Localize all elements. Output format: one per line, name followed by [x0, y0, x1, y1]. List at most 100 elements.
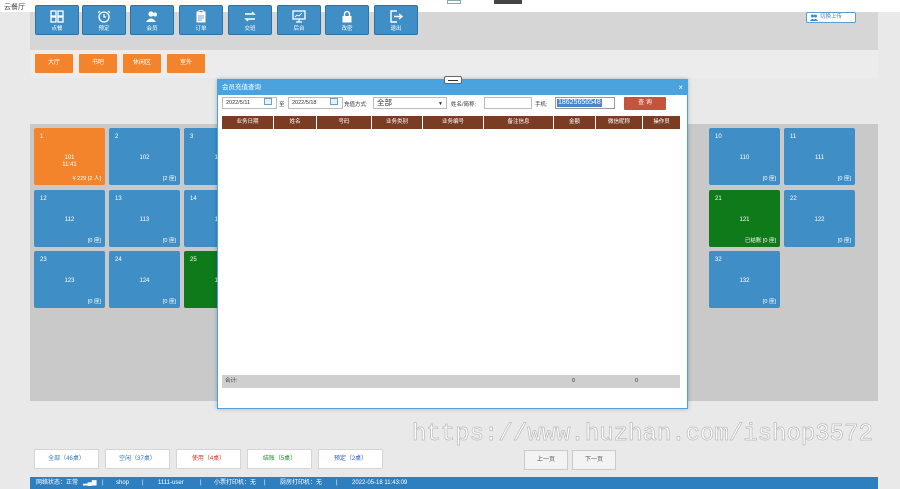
- table-room: 132: [739, 278, 750, 284]
- change-password-button[interactable]: 改密: [325, 5, 369, 35]
- table-room: 112: [64, 217, 75, 223]
- area-tab-outdoor[interactable]: 室外: [167, 54, 205, 73]
- lock-icon: [342, 10, 352, 23]
- table-tile[interactable]: 10 110 [0 座]: [709, 128, 780, 185]
- close-icon[interactable]: ×: [678, 80, 683, 95]
- table-tile[interactable]: 32 132 [0 座]: [709, 251, 780, 308]
- table-number: 12: [40, 196, 47, 202]
- column-header[interactable]: 操作员: [643, 116, 680, 129]
- change-password-button-label: 改密: [341, 26, 353, 32]
- column-header[interactable]: 姓名: [274, 116, 317, 129]
- table-number: 23: [40, 257, 47, 263]
- method-select[interactable]: 全部 ▼: [373, 97, 447, 109]
- shift-button[interactable]: 交班: [228, 5, 272, 35]
- swap-icon: [244, 11, 256, 22]
- monitor-icon: [292, 10, 306, 23]
- column-header[interactable]: 业务编号: [423, 116, 484, 129]
- reserve-button[interactable]: 预定: [82, 5, 126, 35]
- table-status: [0 座]: [762, 176, 776, 182]
- backend-button-label: 后台: [293, 26, 305, 32]
- table-status: [0 座]: [162, 299, 176, 305]
- users-icon: [810, 14, 818, 21]
- table-number: 14: [190, 196, 197, 202]
- table-room: 113: [139, 217, 150, 223]
- table-tile[interactable]: 2 102 [2 座]: [109, 128, 180, 185]
- table-number: 10: [715, 134, 722, 140]
- status-bar: 网络状态：正常 ▂▄▆ | shop | 1111-user | 小票打印机：无…: [30, 477, 878, 489]
- status-filter-button[interactable]: 空闲（37桌）: [105, 449, 170, 469]
- table-tile[interactable]: 24 124 [0 座]: [109, 251, 180, 308]
- table-tile[interactable]: 11 111 [0 座]: [784, 128, 855, 185]
- status-filter-button[interactable]: 结账（5桌）: [247, 449, 312, 469]
- receipt-printer-status: 小票打印机：无: [214, 480, 257, 486]
- column-header[interactable]: 业务类别: [372, 116, 423, 129]
- calendar-icon[interactable]: [330, 98, 338, 105]
- column-header[interactable]: 微信昵称: [596, 116, 643, 129]
- status-filter-button[interactable]: 全部（46桌）: [34, 449, 99, 469]
- table-room: 111: [814, 155, 825, 161]
- separator: |: [336, 480, 338, 486]
- to-label: 至: [279, 102, 285, 108]
- order-button-label: 点餐: [51, 26, 63, 32]
- window-close-control[interactable]: [494, 0, 522, 4]
- table-time: 11:41: [62, 162, 77, 168]
- result-table-footer: 合计: 0 0: [222, 375, 680, 388]
- exit-button[interactable]: 退出: [374, 5, 418, 35]
- table-status: 已结账 [0 座]: [744, 238, 776, 244]
- table-number: 21: [715, 196, 722, 202]
- column-header[interactable]: 号码: [317, 116, 372, 129]
- table-number: 11: [790, 134, 797, 140]
- name-input[interactable]: [484, 97, 532, 109]
- column-header[interactable]: 金额: [554, 116, 596, 129]
- table-tile[interactable]: 1 101 11:41 ¥ 229 [2 人]: [34, 128, 105, 185]
- order-button[interactable]: 点餐: [35, 5, 79, 35]
- prev-page-button[interactable]: 上一页: [524, 450, 568, 470]
- switch-upload-button[interactable]: 切换上传: [806, 12, 856, 23]
- column-header[interactable]: 备注信息: [484, 116, 554, 129]
- table-status: [2 座]: [162, 176, 176, 182]
- user-name: 1111-user: [158, 480, 184, 486]
- phone-label: 手机:: [535, 102, 548, 108]
- window-restore-control[interactable]: [447, 0, 461, 4]
- table-tile[interactable]: 21 121 已结账 [0 座]: [709, 190, 780, 247]
- network-status: 网络状态：正常: [36, 480, 79, 486]
- table-room: 124: [139, 278, 150, 284]
- column-header[interactable]: 业务日期: [222, 116, 274, 129]
- next-page-button[interactable]: 下一页: [572, 450, 616, 470]
- dialog-title: 会员充值查询: [222, 84, 261, 91]
- backend-button[interactable]: 后台: [277, 5, 321, 35]
- table-tile[interactable]: 12 112 [0 座]: [34, 190, 105, 247]
- area-tab-hall[interactable]: 大厅: [35, 54, 73, 73]
- table-number: 3: [190, 134, 194, 140]
- orders-button[interactable]: 订单: [179, 5, 223, 35]
- table-status: [0 座]: [87, 299, 101, 305]
- table-tile[interactable]: 13 113 [0 座]: [109, 190, 180, 247]
- table-tile[interactable]: 23 123 [0 座]: [34, 251, 105, 308]
- calendar-icon[interactable]: [264, 98, 272, 105]
- phone-input[interactable]: 18625656548: [555, 97, 615, 109]
- kitchen-printer-status: 厨房打印机：无: [280, 480, 323, 486]
- table-status: [0 座]: [837, 238, 851, 244]
- status-datetime: 2022-05-18 11:43:09: [352, 480, 408, 486]
- table-status: [0 座]: [762, 299, 776, 305]
- phone-value: 18625656548: [557, 99, 602, 107]
- alarm-clock-icon: [97, 10, 111, 23]
- status-filter-button[interactable]: 使用（4桌）: [176, 449, 241, 469]
- signal-icon: ▂▄▆: [83, 480, 97, 486]
- method-label: 充值方式:: [344, 102, 368, 108]
- table-room: 122: [814, 217, 825, 223]
- query-button[interactable]: 查 询: [624, 97, 666, 110]
- table-number: 1: [40, 134, 44, 140]
- shop-name: shop: [116, 480, 130, 486]
- shift-button-label: 交班: [244, 26, 256, 32]
- table-status: ¥ 229 [2 人]: [72, 176, 101, 182]
- area-tab-lounge[interactable]: 休闲区: [123, 54, 161, 73]
- status-filter-button[interactable]: 预定（2桌）: [318, 449, 383, 469]
- reserve-button-label: 预定: [98, 26, 110, 32]
- dialog-drag-handle[interactable]: [444, 76, 462, 84]
- app-window: 云餐厅 点餐 预定 会员 订单 交班 后台 改密 退出 切换上传 大厅 书吧 休…: [0, 0, 900, 489]
- area-tab-bookbar[interactable]: 书吧: [79, 54, 117, 73]
- table-tile[interactable]: 22 122 [0 座]: [784, 190, 855, 247]
- total-label: 合计:: [225, 378, 238, 384]
- member-button[interactable]: 会员: [130, 5, 174, 35]
